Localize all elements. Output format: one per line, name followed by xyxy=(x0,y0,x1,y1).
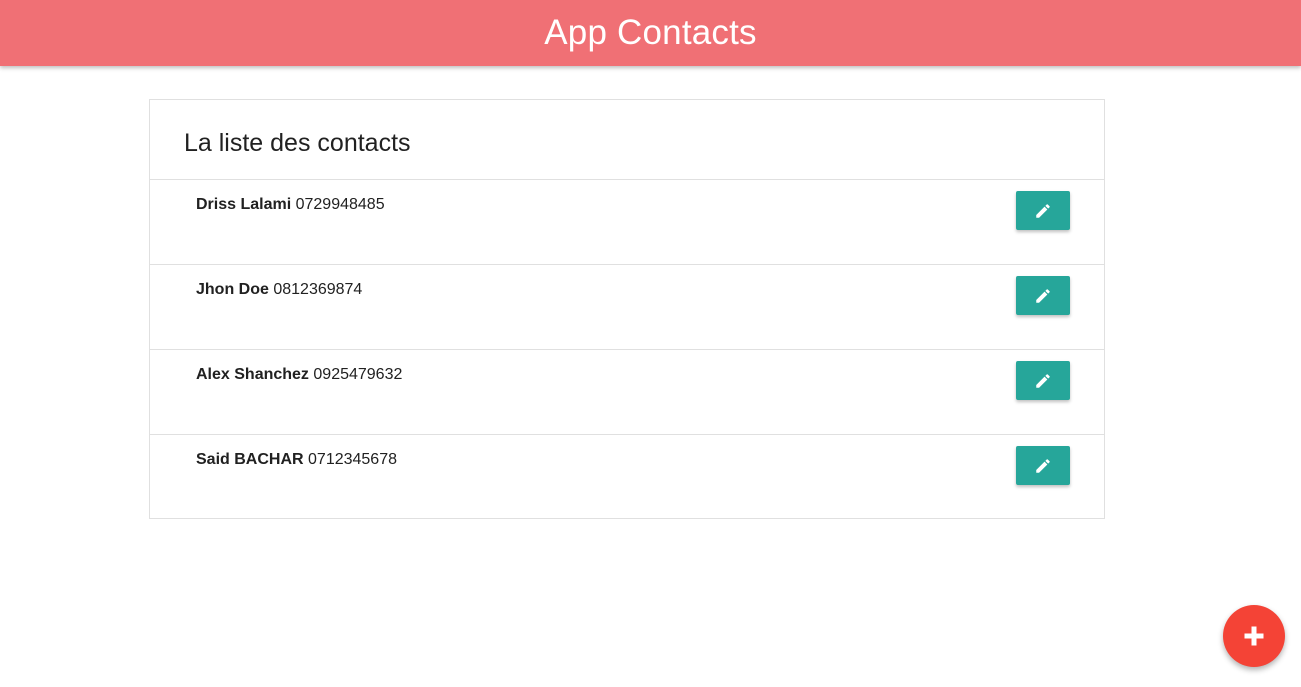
pencil-icon xyxy=(1036,203,1050,218)
contact-phone: 0925479632 xyxy=(313,366,403,383)
contact-name: Jhon Doe xyxy=(196,281,269,298)
contact-name: Said BACHAR xyxy=(196,451,304,468)
app-title: App Contacts xyxy=(544,12,757,52)
add-contact-button[interactable] xyxy=(1223,605,1285,667)
edit-contact-button[interactable] xyxy=(1016,191,1070,230)
contact-phone: 0712345678 xyxy=(308,451,397,468)
edit-contact-button[interactable] xyxy=(1016,446,1070,485)
contact-row: Driss Lalami 0729948485 xyxy=(150,180,1104,265)
contact-row: Alex Shanchez 0925479632 xyxy=(150,350,1104,435)
edit-contact-button[interactable] xyxy=(1016,361,1070,400)
pencil-icon xyxy=(1036,458,1050,473)
app-header: App Contacts xyxy=(0,0,1301,66)
pencil-icon xyxy=(1036,288,1050,303)
contact-text: Driss Lalami 0729948485 xyxy=(196,196,385,214)
pencil-icon xyxy=(1036,373,1050,388)
contact-text: Jhon Doe 0812369874 xyxy=(196,281,362,299)
contacts-card: La liste des contacts Driss Lalami 07299… xyxy=(149,99,1105,519)
card-title: La liste des contacts xyxy=(184,129,411,157)
contact-text: Said BACHAR 0712345678 xyxy=(196,451,397,469)
contact-row: Jhon Doe 0812369874 xyxy=(150,265,1104,350)
contact-name: Driss Lalami xyxy=(196,196,292,213)
plus-icon xyxy=(1244,626,1264,646)
contact-phone: 0812369874 xyxy=(273,281,363,298)
contact-name: Alex Shanchez xyxy=(196,366,309,383)
card-header: La liste des contacts xyxy=(150,100,1104,180)
contact-row: Said BACHAR 0712345678 xyxy=(150,435,1104,519)
contact-phone: 0729948485 xyxy=(295,196,385,213)
edit-contact-button[interactable] xyxy=(1016,276,1070,315)
contact-text: Alex Shanchez 0925479632 xyxy=(196,366,402,384)
